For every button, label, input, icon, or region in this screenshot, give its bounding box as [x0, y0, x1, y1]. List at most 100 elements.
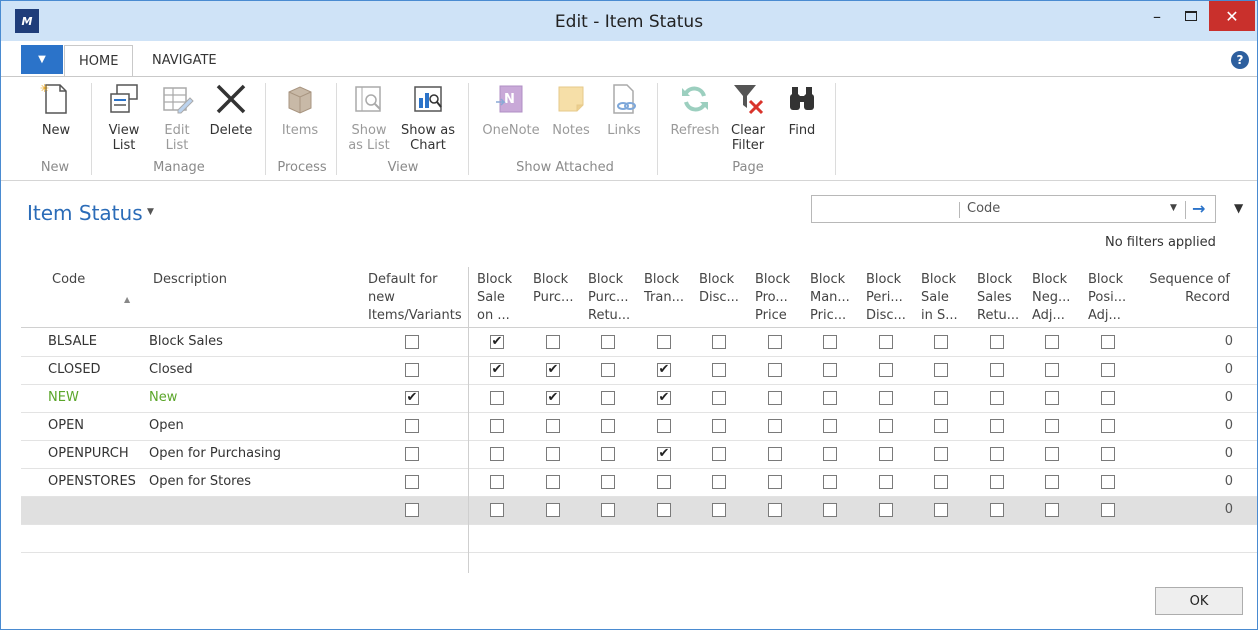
checkbox-block-12[interactable] — [1101, 419, 1115, 433]
column-header-code[interactable]: Code — [52, 271, 85, 289]
checkbox-default[interactable] — [405, 447, 419, 461]
table-row[interactable]: NEW New ✔ ✔ ✔ 0 — [21, 385, 1257, 413]
checkbox-block-4[interactable] — [657, 335, 671, 349]
checkbox-block-6[interactable] — [768, 475, 782, 489]
refresh-button[interactable]: Refresh — [667, 81, 723, 138]
checkbox-block-9[interactable] — [934, 503, 948, 517]
column-header-block-11[interactable]: Block Neg... Adj... — [1032, 271, 1070, 325]
table-row[interactable]: BLSALE Block Sales ✔ 0 — [21, 329, 1257, 357]
checkbox-block-5[interactable] — [712, 335, 726, 349]
checkbox-block-9[interactable] — [934, 391, 948, 405]
checkbox-block-2[interactable] — [546, 475, 560, 489]
checkbox-block-2[interactable] — [546, 335, 560, 349]
checkbox-block-2[interactable] — [546, 447, 560, 461]
checkbox-block-1[interactable] — [490, 475, 504, 489]
search-field-dropdown-icon[interactable]: ▼ — [1170, 203, 1177, 213]
checkbox-default[interactable] — [405, 475, 419, 489]
cell-code[interactable]: BLSALE — [48, 334, 97, 349]
table-row[interactable]: CLOSED Closed ✔ ✔ ✔ 0 — [21, 357, 1257, 385]
items-button[interactable]: Items — [277, 81, 323, 138]
checkbox-block-8[interactable] — [879, 447, 893, 461]
checkbox-block-5[interactable] — [712, 391, 726, 405]
help-icon[interactable]: ? — [1231, 51, 1249, 69]
checkbox-block-4[interactable]: ✔ — [657, 391, 671, 405]
column-header-block-6[interactable]: Block Pro... Price — [755, 271, 790, 325]
column-header-description[interactable]: Description — [153, 271, 227, 289]
table-row[interactable]: OPEN Open 0 — [21, 413, 1257, 441]
onenote-button[interactable]: N OneNote — [479, 81, 543, 138]
column-header-block-10[interactable]: Block Sales Retu... — [977, 271, 1019, 325]
checkbox-block-11[interactable] — [1045, 391, 1059, 405]
checkbox-default[interactable] — [405, 419, 419, 433]
checkbox-default[interactable] — [405, 335, 419, 349]
cell-sequence[interactable]: 0 — [1221, 474, 1233, 489]
checkbox-block-8[interactable] — [879, 503, 893, 517]
checkbox-block-1[interactable] — [490, 419, 504, 433]
checkbox-block-4[interactable]: ✔ — [657, 363, 671, 377]
cell-code[interactable]: OPENPURCH — [48, 446, 129, 461]
cell-code[interactable]: OPEN — [48, 418, 84, 433]
cell-sequence[interactable]: 0 — [1221, 334, 1233, 349]
checkbox-block-8[interactable] — [879, 419, 893, 433]
checkbox-block-12[interactable] — [1101, 363, 1115, 377]
checkbox-block-2[interactable]: ✔ — [546, 391, 560, 405]
checkbox-block-7[interactable] — [823, 363, 837, 377]
table-row[interactable]: 0 — [21, 497, 1257, 525]
checkbox-block-7[interactable] — [823, 475, 837, 489]
checkbox-block-10[interactable] — [990, 475, 1004, 489]
checkbox-block-7[interactable] — [823, 335, 837, 349]
checkbox-block-10[interactable] — [990, 503, 1004, 517]
checkbox-block-7[interactable] — [823, 447, 837, 461]
checkbox-block-4[interactable] — [657, 475, 671, 489]
close-button[interactable]: ✕ — [1209, 1, 1255, 31]
column-header-sequence[interactable]: Sequence of Record — [1141, 271, 1230, 307]
checkbox-block-3[interactable] — [601, 475, 615, 489]
search-field-selector[interactable]: Code — [967, 201, 1000, 216]
cell-description[interactable]: Block Sales — [149, 334, 223, 349]
find-button[interactable]: Find — [781, 81, 823, 138]
maximize-button[interactable] — [1173, 1, 1209, 31]
checkbox-block-5[interactable] — [712, 447, 726, 461]
checkbox-block-10[interactable] — [990, 363, 1004, 377]
show-as-chart-button[interactable]: Show as Chart — [399, 81, 457, 153]
cell-sequence[interactable]: 0 — [1221, 446, 1233, 461]
checkbox-block-11[interactable] — [1045, 363, 1059, 377]
search-input[interactable] — [816, 199, 956, 219]
checkbox-block-6[interactable] — [768, 419, 782, 433]
minimize-button[interactable]: – — [1139, 1, 1175, 31]
new-button[interactable]: ✳ New — [37, 81, 75, 138]
column-header-block-12[interactable]: Block Posi... Adj... — [1088, 271, 1126, 325]
checkbox-block-4[interactable] — [657, 419, 671, 433]
view-list-button[interactable]: View List — [101, 81, 147, 153]
checkbox-block-6[interactable] — [768, 503, 782, 517]
checkbox-block-9[interactable] — [934, 447, 948, 461]
checkbox-block-2[interactable] — [546, 503, 560, 517]
checkbox-block-12[interactable] — [1101, 503, 1115, 517]
checkbox-block-9[interactable] — [934, 475, 948, 489]
file-menu-button[interactable]: ▼ — [21, 45, 63, 74]
checkbox-block-7[interactable] — [823, 503, 837, 517]
checkbox-block-8[interactable] — [879, 335, 893, 349]
checkbox-block-10[interactable] — [990, 419, 1004, 433]
title-bar[interactable]: M Edit - Item Status – ✕ — [1, 1, 1257, 41]
delete-button[interactable]: Delete — [207, 81, 255, 138]
column-header-default[interactable]: Default for new Items/Variants — [368, 271, 462, 325]
cell-code[interactable]: NEW — [48, 390, 79, 405]
notes-button[interactable]: Notes — [547, 81, 595, 138]
checkbox-block-1[interactable] — [490, 391, 504, 405]
checkbox-block-8[interactable] — [879, 475, 893, 489]
filter-pane-chevron-down-icon[interactable]: ▼ — [1234, 201, 1243, 215]
checkbox-default[interactable] — [405, 503, 419, 517]
checkbox-block-10[interactable] — [990, 335, 1004, 349]
column-header-block-1[interactable]: Block Sale on ... — [477, 271, 512, 325]
column-header-block-5[interactable]: Block Disc... — [699, 271, 739, 307]
checkbox-block-9[interactable] — [934, 335, 948, 349]
checkbox-block-11[interactable] — [1045, 475, 1059, 489]
checkbox-block-7[interactable] — [823, 391, 837, 405]
checkbox-block-7[interactable] — [823, 419, 837, 433]
checkbox-block-12[interactable] — [1101, 391, 1115, 405]
checkbox-block-1[interactable] — [490, 447, 504, 461]
cell-description[interactable]: Open for Purchasing — [149, 446, 281, 461]
checkbox-block-10[interactable] — [990, 391, 1004, 405]
table-row[interactable]: OPENSTORES Open for Stores 0 — [21, 469, 1257, 497]
